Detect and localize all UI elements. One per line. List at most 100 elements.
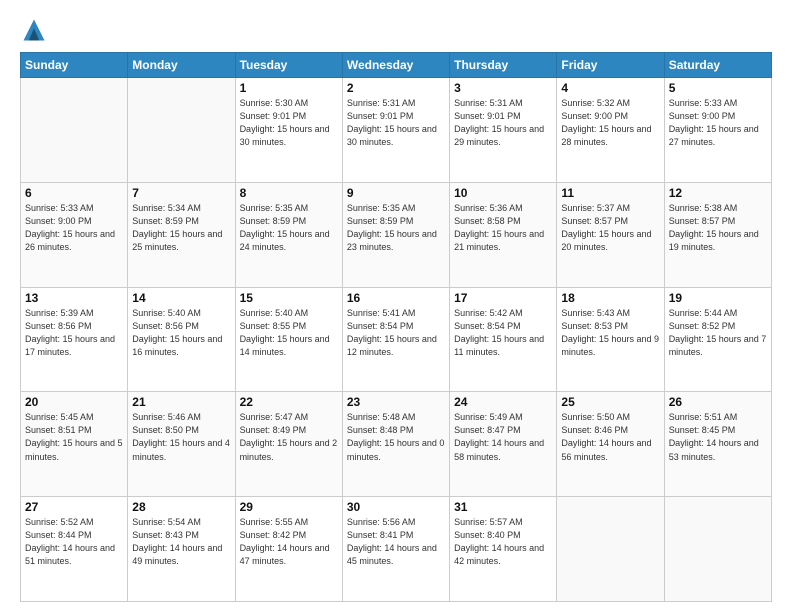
calendar-cell: 15 Sunrise: 5:40 AM Sunset: 8:55 PM Dayli… bbox=[235, 287, 342, 392]
day-info: Sunrise: 5:49 AM Sunset: 8:47 PM Dayligh… bbox=[454, 411, 552, 463]
day-info: Sunrise: 5:34 AM Sunset: 8:59 PM Dayligh… bbox=[132, 202, 230, 254]
logo-icon bbox=[20, 16, 48, 44]
day-number: 5 bbox=[669, 81, 767, 95]
day-info: Sunrise: 5:38 AM Sunset: 8:57 PM Dayligh… bbox=[669, 202, 767, 254]
day-number: 22 bbox=[240, 395, 338, 409]
calendar-cell: 13Sunrise: 5:39 AM Sunset: 8:56 PM Dayli… bbox=[21, 287, 128, 392]
day-info: Sunrise: 5:31 AM Sunset: 9:01 PM Dayligh… bbox=[454, 97, 552, 149]
calendar-header-row: SundayMondayTuesdayWednesdayThursdayFrid… bbox=[21, 53, 772, 78]
calendar-cell: 7 Sunrise: 5:34 AM Sunset: 8:59 PM Daylig… bbox=[128, 182, 235, 287]
calendar-cell: 3 Sunrise: 5:31 AM Sunset: 9:01 PM Daylig… bbox=[450, 78, 557, 183]
day-number: 31 bbox=[454, 500, 552, 514]
day-number: 8 bbox=[240, 186, 338, 200]
day-number: 9 bbox=[347, 186, 445, 200]
calendar-cell: 30Sunrise: 5:56 AM Sunset: 8:41 PM Dayli… bbox=[342, 497, 449, 602]
day-number: 14 bbox=[132, 291, 230, 305]
calendar-cell: 23 Sunrise: 5:48 AM Sunset: 8:48 PM Dayli… bbox=[342, 392, 449, 497]
calendar-week-4: 27Sunrise: 5:52 AM Sunset: 8:44 PM Dayli… bbox=[21, 497, 772, 602]
calendar-cell: 27Sunrise: 5:52 AM Sunset: 8:44 PM Dayli… bbox=[21, 497, 128, 602]
day-info: Sunrise: 5:55 AM Sunset: 8:42 PM Dayligh… bbox=[240, 516, 338, 568]
day-info: Sunrise: 5:44 AM Sunset: 8:52 PM Dayligh… bbox=[669, 307, 767, 359]
day-number: 6 bbox=[25, 186, 123, 200]
day-info: Sunrise: 5:47 AM Sunset: 8:49 PM Dayligh… bbox=[240, 411, 338, 463]
calendar-cell: 9 Sunrise: 5:35 AM Sunset: 8:59 PM Daylig… bbox=[342, 182, 449, 287]
day-info: Sunrise: 5:40 AM Sunset: 8:56 PM Dayligh… bbox=[132, 307, 230, 359]
calendar-cell: 19Sunrise: 5:44 AM Sunset: 8:52 PM Dayli… bbox=[664, 287, 771, 392]
calendar-cell: 18 Sunrise: 5:43 AM Sunset: 8:53 PM Dayli… bbox=[557, 287, 664, 392]
calendar-cell: 12 Sunrise: 5:38 AM Sunset: 8:57 PM Dayli… bbox=[664, 182, 771, 287]
col-header-saturday: Saturday bbox=[664, 53, 771, 78]
col-header-thursday: Thursday bbox=[450, 53, 557, 78]
day-info: Sunrise: 5:57 AM Sunset: 8:40 PM Dayligh… bbox=[454, 516, 552, 568]
day-info: Sunrise: 5:42 AM Sunset: 8:54 PM Dayligh… bbox=[454, 307, 552, 359]
day-number: 29 bbox=[240, 500, 338, 514]
day-info: Sunrise: 5:43 AM Sunset: 8:53 PM Dayligh… bbox=[561, 307, 659, 359]
day-number: 4 bbox=[561, 81, 659, 95]
calendar-cell: 31 Sunrise: 5:57 AM Sunset: 8:40 PM Dayli… bbox=[450, 497, 557, 602]
col-header-sunday: Sunday bbox=[21, 53, 128, 78]
day-number: 17 bbox=[454, 291, 552, 305]
calendar-cell: 8 Sunrise: 5:35 AM Sunset: 8:59 PM Daylig… bbox=[235, 182, 342, 287]
calendar-cell: 14 Sunrise: 5:40 AM Sunset: 8:56 PM Dayli… bbox=[128, 287, 235, 392]
calendar-cell: 24Sunrise: 5:49 AM Sunset: 8:47 PM Dayli… bbox=[450, 392, 557, 497]
day-info: Sunrise: 5:51 AM Sunset: 8:45 PM Dayligh… bbox=[669, 411, 767, 463]
day-info: Sunrise: 5:40 AM Sunset: 8:55 PM Dayligh… bbox=[240, 307, 338, 359]
page: SundayMondayTuesdayWednesdayThursdayFrid… bbox=[0, 0, 792, 612]
day-number: 28 bbox=[132, 500, 230, 514]
day-info: Sunrise: 5:37 AM Sunset: 8:57 PM Dayligh… bbox=[561, 202, 659, 254]
logo bbox=[20, 16, 52, 44]
day-info: Sunrise: 5:54 AM Sunset: 8:43 PM Dayligh… bbox=[132, 516, 230, 568]
day-info: Sunrise: 5:33 AM Sunset: 9:00 PM Dayligh… bbox=[25, 202, 123, 254]
day-number: 2 bbox=[347, 81, 445, 95]
day-info: Sunrise: 5:36 AM Sunset: 8:58 PM Dayligh… bbox=[454, 202, 552, 254]
calendar-cell bbox=[664, 497, 771, 602]
day-number: 18 bbox=[561, 291, 659, 305]
calendar: SundayMondayTuesdayWednesdayThursdayFrid… bbox=[20, 52, 772, 602]
day-number: 21 bbox=[132, 395, 230, 409]
day-info: Sunrise: 5:52 AM Sunset: 8:44 PM Dayligh… bbox=[25, 516, 123, 568]
calendar-cell: 22 Sunrise: 5:47 AM Sunset: 8:49 PM Dayli… bbox=[235, 392, 342, 497]
day-number: 7 bbox=[132, 186, 230, 200]
day-info: Sunrise: 5:41 AM Sunset: 8:54 PM Dayligh… bbox=[347, 307, 445, 359]
calendar-cell: 25Sunrise: 5:50 AM Sunset: 8:46 PM Dayli… bbox=[557, 392, 664, 497]
day-number: 1 bbox=[240, 81, 338, 95]
day-number: 15 bbox=[240, 291, 338, 305]
calendar-cell: 20Sunrise: 5:45 AM Sunset: 8:51 PM Dayli… bbox=[21, 392, 128, 497]
day-info: Sunrise: 5:30 AM Sunset: 9:01 PM Dayligh… bbox=[240, 97, 338, 149]
calendar-week-1: 6 Sunrise: 5:33 AM Sunset: 9:00 PM Daylig… bbox=[21, 182, 772, 287]
calendar-cell bbox=[128, 78, 235, 183]
col-header-friday: Friday bbox=[557, 53, 664, 78]
calendar-cell: 29 Sunrise: 5:55 AM Sunset: 8:42 PM Dayli… bbox=[235, 497, 342, 602]
col-header-wednesday: Wednesday bbox=[342, 53, 449, 78]
col-header-monday: Monday bbox=[128, 53, 235, 78]
calendar-cell: 28 Sunrise: 5:54 AM Sunset: 8:43 PM Dayli… bbox=[128, 497, 235, 602]
day-number: 3 bbox=[454, 81, 552, 95]
calendar-cell: 5 Sunrise: 5:33 AM Sunset: 9:00 PM Daylig… bbox=[664, 78, 771, 183]
calendar-cell: 17 Sunrise: 5:42 AM Sunset: 8:54 PM Dayli… bbox=[450, 287, 557, 392]
calendar-cell: 4 Sunrise: 5:32 AM Sunset: 9:00 PM Daylig… bbox=[557, 78, 664, 183]
calendar-cell bbox=[21, 78, 128, 183]
day-number: 12 bbox=[669, 186, 767, 200]
day-info: Sunrise: 5:32 AM Sunset: 9:00 PM Dayligh… bbox=[561, 97, 659, 149]
calendar-cell: 6 Sunrise: 5:33 AM Sunset: 9:00 PM Daylig… bbox=[21, 182, 128, 287]
calendar-cell: 2 Sunrise: 5:31 AM Sunset: 9:01 PM Daylig… bbox=[342, 78, 449, 183]
day-info: Sunrise: 5:31 AM Sunset: 9:01 PM Dayligh… bbox=[347, 97, 445, 149]
day-info: Sunrise: 5:50 AM Sunset: 8:46 PM Dayligh… bbox=[561, 411, 659, 463]
day-number: 10 bbox=[454, 186, 552, 200]
day-info: Sunrise: 5:35 AM Sunset: 8:59 PM Dayligh… bbox=[240, 202, 338, 254]
header bbox=[20, 16, 772, 44]
day-info: Sunrise: 5:45 AM Sunset: 8:51 PM Dayligh… bbox=[25, 411, 123, 463]
calendar-cell bbox=[557, 497, 664, 602]
day-info: Sunrise: 5:39 AM Sunset: 8:56 PM Dayligh… bbox=[25, 307, 123, 359]
calendar-cell: 11Sunrise: 5:37 AM Sunset: 8:57 PM Dayli… bbox=[557, 182, 664, 287]
day-number: 16 bbox=[347, 291, 445, 305]
col-header-tuesday: Tuesday bbox=[235, 53, 342, 78]
day-info: Sunrise: 5:35 AM Sunset: 8:59 PM Dayligh… bbox=[347, 202, 445, 254]
day-number: 26 bbox=[669, 395, 767, 409]
day-info: Sunrise: 5:33 AM Sunset: 9:00 PM Dayligh… bbox=[669, 97, 767, 149]
calendar-week-2: 13Sunrise: 5:39 AM Sunset: 8:56 PM Dayli… bbox=[21, 287, 772, 392]
calendar-week-3: 20Sunrise: 5:45 AM Sunset: 8:51 PM Dayli… bbox=[21, 392, 772, 497]
day-number: 23 bbox=[347, 395, 445, 409]
day-info: Sunrise: 5:56 AM Sunset: 8:41 PM Dayligh… bbox=[347, 516, 445, 568]
day-info: Sunrise: 5:48 AM Sunset: 8:48 PM Dayligh… bbox=[347, 411, 445, 463]
